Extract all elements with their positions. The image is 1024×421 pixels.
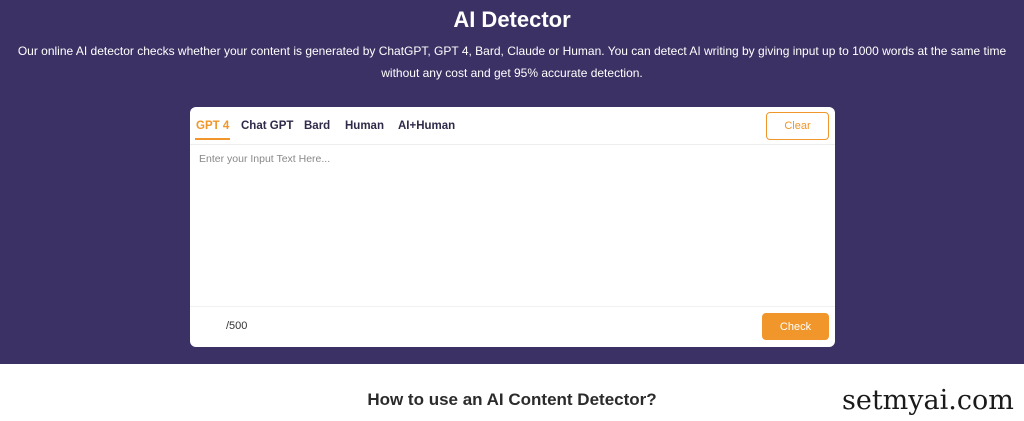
clear-button[interactable]: Clear (766, 112, 829, 140)
word-counter: /500 (226, 320, 248, 332)
page-title: AI Detector (453, 7, 571, 32)
tab-gpt4[interactable]: GPT 4 (194, 119, 231, 140)
page-subtitle: Our online AI detector checks whether yo… (0, 40, 1024, 84)
tab-ai-human[interactable]: AI+Human (398, 119, 455, 133)
subtitle-line-2: without any cost and get 95% accurate de… (381, 66, 643, 80)
input-text-area[interactable] (190, 146, 835, 306)
card-footer: /500 Check (190, 306, 835, 347)
detector-card: GPT 4 Chat GPT Bard Human AI+Human Clear… (190, 107, 835, 347)
model-tabs: GPT 4 Chat GPT Bard Human AI+Human Clear (190, 107, 835, 145)
tab-human[interactable]: Human (345, 119, 384, 133)
subtitle-line-1: Our online AI detector checks whether yo… (17, 44, 1007, 58)
check-button[interactable]: Check (762, 313, 829, 340)
tab-bard[interactable]: Bard (304, 119, 330, 133)
tab-chat-gpt[interactable]: Chat GPT (241, 119, 293, 133)
watermark-text: setmyai.com (842, 385, 1014, 416)
hero-section: AI Detector Our online AI detector check… (0, 0, 1024, 364)
